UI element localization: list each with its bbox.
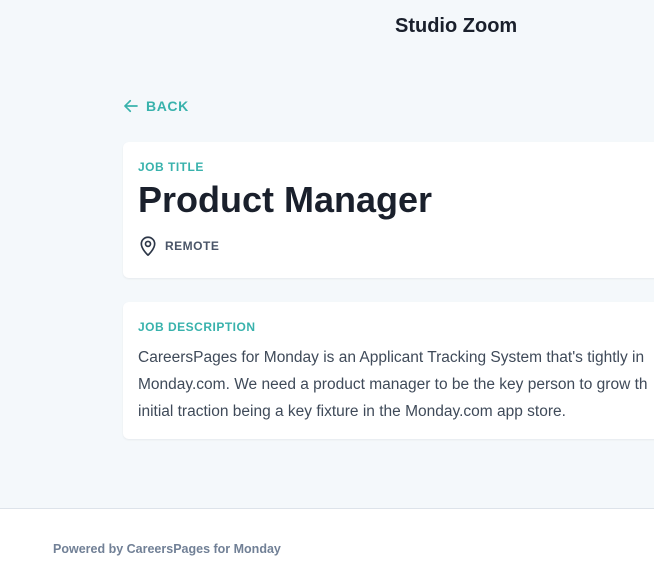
job-location: REMOTE (138, 235, 654, 257)
job-title-label: JOB TITLE (138, 160, 204, 174)
job-description-card: JOB DESCRIPTION CareersPages for Monday … (123, 302, 654, 439)
arrow-left-icon (122, 97, 140, 115)
powered-by-text: Powered by CareersPages for Monday (53, 542, 281, 556)
back-label: BACK (146, 98, 189, 114)
job-description-line: initial traction being a key fixture in … (138, 403, 566, 420)
page-footer: Powered by CareersPages for Monday (0, 508, 654, 573)
job-description-label: JOB DESCRIPTION (138, 320, 256, 334)
job-title: Product Manager (138, 179, 433, 220)
job-description: CareersPages for Monday is an Applicant … (138, 344, 654, 425)
job-title-card: JOB TITLE Product Manager REMOTE (123, 142, 654, 278)
job-description-line: Monday.com. We need a product manager to… (138, 376, 648, 393)
back-link[interactable]: BACK (122, 97, 189, 115)
job-description-line: CareersPages for Monday is an Applicant … (138, 349, 645, 366)
brand-title: Studio Zoom (395, 15, 518, 37)
job-location-label: REMOTE (165, 238, 220, 253)
map-pin-icon (138, 235, 158, 257)
